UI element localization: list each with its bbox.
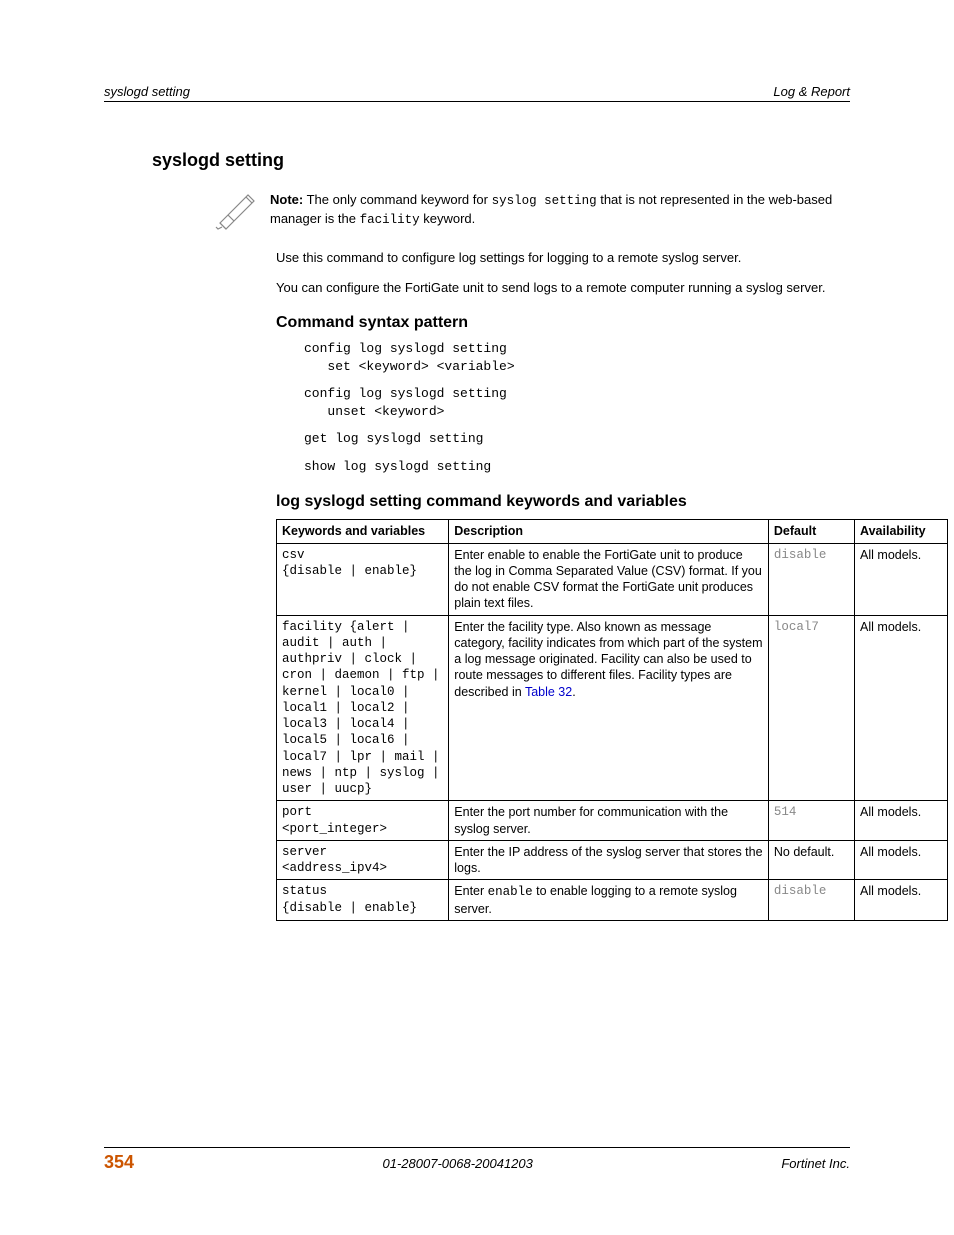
footer-right: Fortinet Inc. bbox=[781, 1156, 850, 1171]
desc-pre: Enter bbox=[454, 884, 487, 898]
cell-def: local7 bbox=[768, 615, 854, 801]
note-text-a: The only command keyword for bbox=[303, 192, 491, 207]
table-row: server <address_ipv4> Enter the IP addre… bbox=[277, 840, 948, 880]
note-block: Note: The only command keyword for syslo… bbox=[214, 191, 850, 231]
desc-code: enable bbox=[488, 885, 533, 899]
note-text-c: keyword. bbox=[420, 211, 476, 226]
cell-desc: Enter enable to enable logging to a remo… bbox=[449, 880, 769, 921]
body-para-2: You can configure the FortiGate unit to … bbox=[276, 279, 850, 297]
cell-avail: All models. bbox=[855, 543, 948, 615]
cell-def: disable bbox=[768, 880, 854, 921]
th-description: Description bbox=[449, 520, 769, 543]
cell-desc: Enter the port number for communication … bbox=[449, 801, 769, 841]
code-block-2: config log syslogd setting unset <keywor… bbox=[304, 385, 850, 420]
cell-kw: facility {alert | audit | auth | authpri… bbox=[277, 615, 449, 801]
th-default: Default bbox=[768, 520, 854, 543]
cell-def: 514 bbox=[768, 801, 854, 841]
cell-desc: Enter enable to enable the FortiGate uni… bbox=[449, 543, 769, 615]
th-availability: Availability bbox=[855, 520, 948, 543]
subsection-table-title: log syslogd setting command keywords and… bbox=[276, 493, 850, 511]
note-code-a: syslog setting bbox=[492, 194, 597, 208]
cell-kw: port <port_integer> bbox=[277, 801, 449, 841]
cell-def: disable bbox=[768, 543, 854, 615]
header-left: syslogd setting bbox=[104, 84, 190, 99]
code-block-4: show log syslogd setting bbox=[304, 458, 850, 476]
section-title: syslogd setting bbox=[152, 150, 850, 171]
keywords-table: Keywords and variables Description Defau… bbox=[276, 519, 948, 921]
note-code-b: facility bbox=[360, 213, 420, 227]
cell-avail: All models. bbox=[855, 615, 948, 801]
code-block-1: config log syslogd setting set <keyword>… bbox=[304, 340, 850, 375]
table-row: facility {alert | audit | auth | authpri… bbox=[277, 615, 948, 801]
cell-avail: All models. bbox=[855, 880, 948, 921]
table-row: status {disable | enable} Enter enable t… bbox=[277, 880, 948, 921]
cell-avail: All models. bbox=[855, 840, 948, 880]
cell-kw: server <address_ipv4> bbox=[277, 840, 449, 880]
cell-kw: csv {disable | enable} bbox=[277, 543, 449, 615]
cell-avail: All models. bbox=[855, 801, 948, 841]
cell-kw: status {disable | enable} bbox=[277, 880, 449, 921]
cell-desc: Enter the facility type. Also known as m… bbox=[449, 615, 769, 801]
page-number: 354 bbox=[104, 1152, 134, 1173]
table-row: csv {disable | enable} Enter enable to e… bbox=[277, 543, 948, 615]
note-text: Note: The only command keyword for syslo… bbox=[270, 191, 850, 229]
table-row: port <port_integer> Enter the port numbe… bbox=[277, 801, 948, 841]
cell-desc: Enter the IP address of the syslog serve… bbox=[449, 840, 769, 880]
subsection-command-syntax: Command syntax pattern bbox=[276, 314, 850, 332]
body-para-1: Use this command to configure log settin… bbox=[276, 249, 850, 267]
table-header-row: Keywords and variables Description Defau… bbox=[277, 520, 948, 543]
desc-post: . bbox=[572, 685, 575, 699]
header-right: Log & Report bbox=[773, 84, 850, 99]
th-keywords: Keywords and variables bbox=[277, 520, 449, 543]
desc-link-table32[interactable]: Table 32 bbox=[525, 685, 572, 699]
page-footer: 354 01-28007-0068-20041203 Fortinet Inc. bbox=[104, 1147, 850, 1173]
note-icon bbox=[214, 191, 258, 231]
code-block-3: get log syslogd setting bbox=[304, 430, 850, 448]
desc-pre: Enter the facility type. Also known as m… bbox=[454, 620, 762, 699]
footer-center: 01-28007-0068-20041203 bbox=[383, 1156, 533, 1171]
note-prefix: Note: bbox=[270, 192, 303, 207]
cell-def: No default. bbox=[768, 840, 854, 880]
page-header: syslogd setting Log & Report bbox=[104, 84, 850, 102]
